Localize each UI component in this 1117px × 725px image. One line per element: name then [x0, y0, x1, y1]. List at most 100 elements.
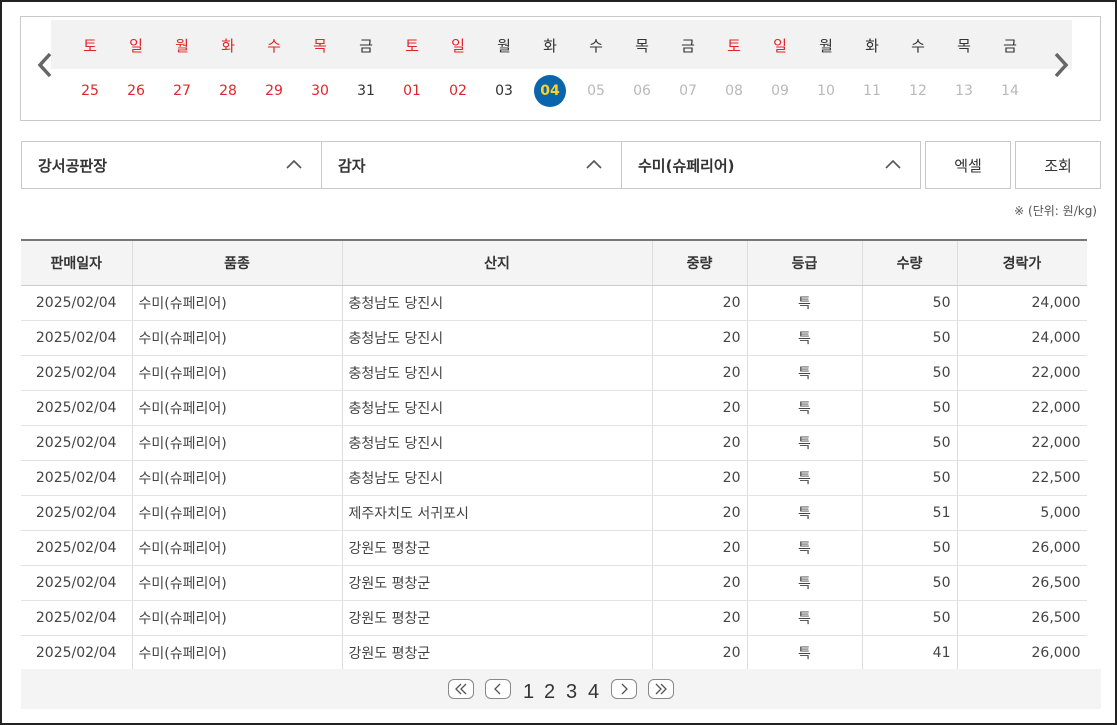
double-chevron-right-icon	[655, 683, 667, 695]
calendar-date[interactable]: 02	[442, 75, 474, 107]
calendar-date[interactable]: 26	[120, 75, 152, 107]
calendar-weekday: 수	[911, 37, 925, 55]
table-header-row: 판매일자 품종 산지 중량 등급 수량 경락가	[21, 240, 1088, 286]
cell-origin: 제주자치도 서귀포시	[342, 495, 653, 531]
table-scrollbar[interactable]	[1087, 239, 1101, 669]
cell-date: 2025/02/04	[21, 635, 133, 671]
calendar-date[interactable]: 28	[212, 75, 244, 107]
cell-weight: 20	[652, 425, 748, 461]
cell-origin: 강원도 평창군	[342, 565, 653, 601]
cell-variety: 수미(슈페리어)	[132, 530, 343, 566]
prev-page-button[interactable]	[485, 679, 511, 699]
table-row: 2025/02/04 수미(슈페리어) 충청남도 당진시 20 특 50 24,000	[21, 285, 1088, 321]
date-calendar-strip: 토 25 일 26 월 27 화 28 수 29 목 30 금 31 토 01 일 02 월 03 화 04 수 05 목 06 금…	[20, 16, 1101, 121]
calendar-date[interactable]: 25	[74, 75, 106, 107]
next-page-button[interactable]	[611, 679, 637, 699]
page-3[interactable]: 3	[566, 681, 577, 704]
calendar-weekday: 화	[865, 37, 879, 55]
table-row: 2025/02/04 수미(슈페리어) 충청남도 당진시 20 특 50 22,000	[21, 390, 1088, 426]
calendar-date[interactable]: 13	[948, 75, 980, 107]
calendar-date[interactable]: 27	[166, 75, 198, 107]
cell-grade: 특	[747, 460, 863, 496]
cell-weight: 20	[652, 460, 748, 496]
query-button[interactable]: 조회	[1015, 141, 1101, 189]
col-header-quantity: 수량	[862, 240, 958, 286]
cell-grade: 특	[747, 320, 863, 356]
cell-grade: 특	[747, 285, 863, 321]
cell-grade: 특	[747, 635, 863, 671]
calendar-weekday: 일	[773, 37, 787, 55]
excel-button[interactable]: 엑셀	[925, 141, 1011, 189]
cell-price: 22,000	[957, 355, 1088, 391]
calendar-weekday: 수	[589, 37, 603, 55]
cell-price: 22,000	[957, 390, 1088, 426]
page-4[interactable]: 4	[588, 681, 599, 704]
double-chevron-left-icon	[455, 683, 467, 695]
calendar-date-selected[interactable]: 04	[534, 75, 566, 107]
cell-origin: 강원도 평창군	[342, 530, 653, 566]
calendar-date[interactable]: 10	[810, 75, 842, 107]
cell-grade: 특	[747, 355, 863, 391]
cell-date: 2025/02/04	[21, 495, 133, 531]
market-select[interactable]: 강서공판장	[21, 141, 322, 189]
calendar-date[interactable]: 06	[626, 75, 658, 107]
cell-weight: 20	[652, 635, 748, 671]
calendar-date[interactable]: 01	[396, 75, 428, 107]
col-header-origin: 산지	[342, 240, 653, 286]
cell-price: 26,000	[957, 635, 1088, 671]
calendar-date[interactable]: 07	[672, 75, 704, 107]
calendar-date[interactable]: 29	[258, 75, 290, 107]
cell-price: 26,000	[957, 530, 1088, 566]
cell-variety: 수미(슈페리어)	[132, 320, 343, 356]
chevron-up-icon	[586, 159, 602, 169]
col-header-weight: 중량	[652, 240, 748, 286]
item-select[interactable]: 감자	[321, 141, 622, 189]
calendar-date[interactable]: 03	[488, 75, 520, 107]
page-2[interactable]: 2	[544, 681, 555, 704]
variety-select[interactable]: 수미(슈페리어)	[621, 141, 921, 189]
cell-grade: 특	[747, 390, 863, 426]
col-header-price: 경락가	[957, 240, 1088, 286]
unit-note: ※ (단위: 원/kg)	[1014, 204, 1097, 218]
cell-date: 2025/02/04	[21, 600, 133, 636]
calendar-date[interactable]: 14	[994, 75, 1026, 107]
calendar-weekday: 금	[359, 37, 373, 55]
cell-quantity: 50	[862, 320, 958, 356]
calendar-weekday: 월	[819, 37, 833, 55]
cell-date: 2025/02/04	[21, 460, 133, 496]
cell-weight: 20	[652, 565, 748, 601]
calendar-weekday: 토	[727, 37, 741, 55]
calendar-date[interactable]: 09	[764, 75, 796, 107]
cell-price: 22,000	[957, 425, 1088, 461]
cell-quantity: 50	[862, 425, 958, 461]
calendar-weekday: 화	[543, 37, 557, 55]
first-page-button[interactable]	[448, 679, 474, 699]
cell-variety: 수미(슈페리어)	[132, 390, 343, 426]
calendar-weekday: 화	[221, 37, 235, 55]
calendar-date[interactable]: 11	[856, 75, 888, 107]
chevron-up-icon	[885, 159, 901, 169]
cell-origin: 충청남도 당진시	[342, 460, 653, 496]
auction-table-container: 판매일자 품종 산지 중량 등급 수량 경락가 2025/02/04 수미(슈페리…	[21, 239, 1101, 671]
cell-weight: 20	[652, 390, 748, 426]
calendar-date[interactable]: 08	[718, 75, 750, 107]
cell-price: 24,000	[957, 320, 1088, 356]
chevron-right-icon	[621, 683, 628, 695]
page-1[interactable]: 1	[523, 681, 534, 704]
calendar-date[interactable]: 30	[304, 75, 336, 107]
calendar-date[interactable]: 31	[350, 75, 382, 107]
cell-variety: 수미(슈페리어)	[132, 600, 343, 636]
cell-quantity: 50	[862, 565, 958, 601]
calendar-date[interactable]: 12	[902, 75, 934, 107]
calendar-date[interactable]: 05	[580, 75, 612, 107]
cell-price: 24,000	[957, 285, 1088, 321]
cell-grade: 특	[747, 425, 863, 461]
cell-date: 2025/02/04	[21, 285, 133, 321]
calendar-weekday: 목	[957, 37, 971, 55]
cell-weight: 20	[652, 320, 748, 356]
calendar-weekday: 목	[635, 37, 649, 55]
last-page-button[interactable]	[648, 679, 674, 699]
cell-variety: 수미(슈페리어)	[132, 495, 343, 531]
table-row: 2025/02/04 수미(슈페리어) 충청남도 당진시 20 특 50 22,500	[21, 460, 1088, 496]
cell-grade: 특	[747, 565, 863, 601]
